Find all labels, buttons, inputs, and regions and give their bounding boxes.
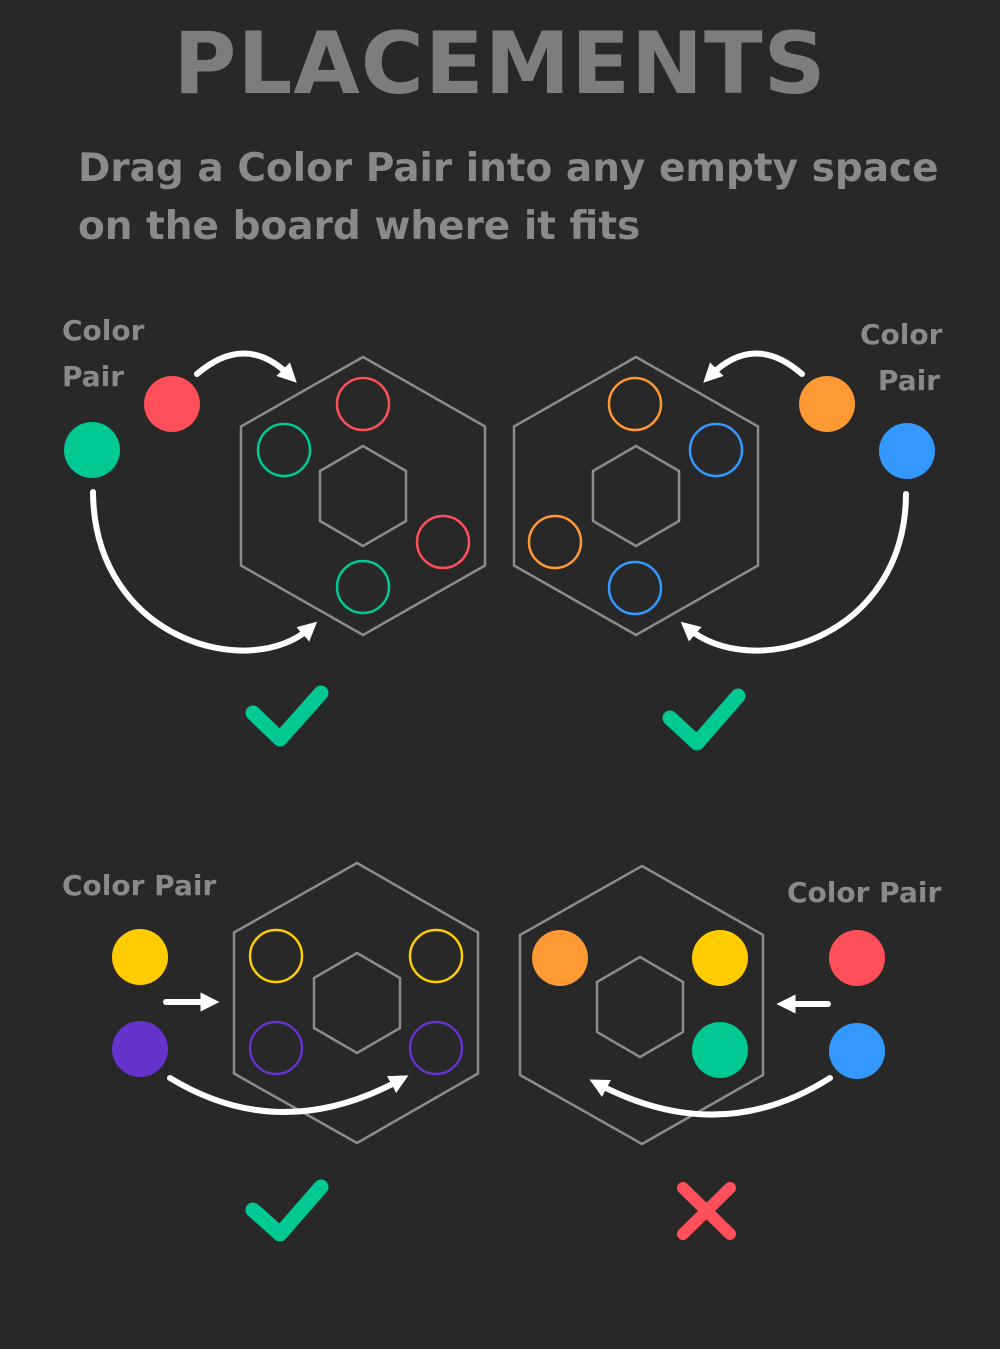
example-4 (518, 864, 885, 1240)
empty-slot-green[interactable] (335, 559, 391, 615)
board-hex-outer (239, 355, 487, 637)
board-hex-outer (512, 355, 760, 637)
pair-piece-purple[interactable] (112, 1021, 168, 1077)
filled-slot-orange (532, 930, 588, 986)
placement-diagrams (64, 350, 935, 1242)
board-hex-inner (312, 951, 402, 1055)
pair-piece-green[interactable] (64, 422, 120, 478)
check-icon (662, 688, 746, 751)
empty-slot-yellow[interactable] (408, 928, 464, 984)
board-hex-inner (595, 955, 685, 1059)
pair-piece-red[interactable] (144, 376, 200, 432)
empty-slot-red[interactable] (335, 376, 391, 432)
pair-piece-yellow[interactable] (112, 929, 168, 985)
empty-slot-yellow[interactable] (248, 928, 304, 984)
drag-arrow (167, 1075, 409, 1115)
example-3 (112, 861, 480, 1242)
empty-slot-purple[interactable] (408, 1020, 464, 1076)
pair-piece-blue[interactable] (829, 1023, 885, 1079)
empty-slot-red[interactable] (415, 514, 471, 570)
example-1 (64, 350, 487, 747)
empty-slot-blue[interactable] (688, 422, 744, 478)
empty-slot-orange[interactable] (527, 514, 583, 570)
board-hex-inner (591, 444, 681, 548)
drag-arrow (90, 489, 318, 654)
pair-piece-blue[interactable] (879, 423, 935, 479)
drag-arrow (703, 350, 805, 383)
pair-piece-red[interactable] (829, 930, 885, 986)
drag-arrow (194, 350, 297, 383)
empty-slot-blue[interactable] (607, 560, 663, 616)
filled-slot-green (692, 1022, 748, 1078)
pair-piece-orange[interactable] (799, 376, 855, 432)
board-hex-inner (318, 444, 408, 548)
check-icon (245, 1179, 329, 1242)
drag-arrow (589, 1075, 833, 1118)
empty-slot-green[interactable] (256, 422, 312, 478)
filled-slot-yellow (692, 930, 748, 986)
cross-icon (677, 1182, 736, 1240)
check-icon (245, 685, 329, 747)
drag-arrow (680, 491, 909, 654)
empty-slot-orange[interactable] (607, 376, 663, 432)
example-2 (512, 350, 935, 751)
empty-slot-purple[interactable] (248, 1020, 304, 1076)
